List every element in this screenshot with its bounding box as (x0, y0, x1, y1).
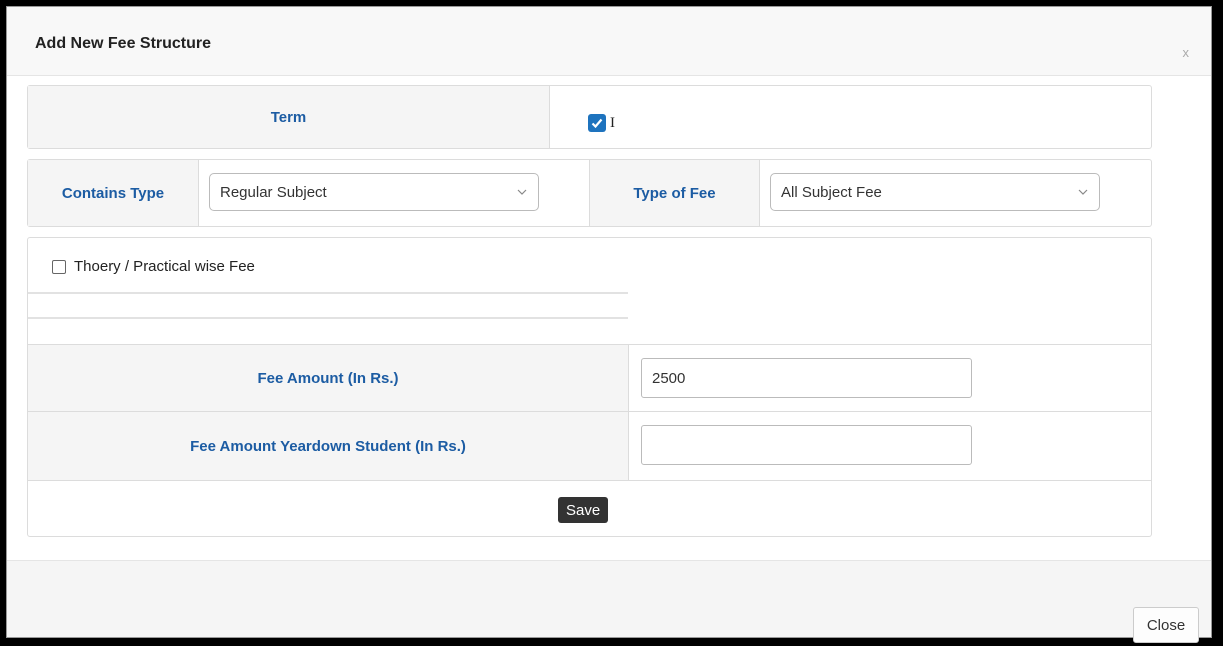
fee-amount-input[interactable] (641, 358, 972, 398)
contains-type-label: Contains Type (61, 184, 165, 202)
term-label-cell: Term (28, 86, 550, 148)
fee-yeardown-label: Fee Amount Yeardown Student (In Rs.) (190, 437, 466, 455)
check-icon (591, 118, 603, 129)
term-label: Term (270, 108, 307, 126)
fee-yeardown-label-cell: Fee Amount Yeardown Student (In Rs.) (28, 412, 629, 480)
type-of-fee-label-cell: Type of Fee (590, 160, 760, 226)
contains-type-label-cell: Contains Type (28, 160, 199, 226)
fee-yeardown-input[interactable] (641, 425, 972, 465)
contains-type-select[interactable]: Regular Subject (209, 173, 539, 211)
thoery-practical-option[interactable]: Thoery / Practical wise Fee (52, 258, 255, 275)
divider (28, 317, 628, 319)
fee-amount-label-cell: Fee Amount (In Rs.) (28, 345, 629, 411)
contains-type-value: Regular Subject (220, 183, 327, 201)
thoery-practical-checkbox[interactable] (52, 259, 66, 274)
type-of-fee-cell: All Subject Fee (760, 160, 1151, 226)
contains-type-cell: Regular Subject (199, 160, 590, 226)
save-row: Save (28, 480, 1151, 536)
type-panel: Contains Type Regular Subject Type of Fe… (27, 159, 1152, 227)
modal-header: Add New Fee Structure x (7, 7, 1211, 76)
close-icon[interactable]: x (1183, 45, 1190, 60)
save-button[interactable]: Save (558, 497, 609, 523)
fee-amount-label: Fee Amount (In Rs.) (257, 369, 399, 387)
thoery-practical-label: Thoery / Practical wise Fee (74, 258, 255, 275)
chevron-down-icon (1077, 183, 1089, 204)
term-panel: Term I (27, 85, 1152, 149)
type-of-fee-label: Type of Fee (633, 184, 716, 202)
fee-yeardown-row: Fee Amount Yeardown Student (In Rs.) (28, 411, 1151, 480)
fee-panel: Thoery / Practical wise Fee Fee Amount (… (27, 237, 1152, 537)
divider (28, 292, 628, 294)
term-option[interactable]: I (588, 114, 615, 132)
close-button[interactable]: Close (1133, 607, 1199, 643)
type-of-fee-value: All Subject Fee (781, 183, 882, 201)
term-checkbox-label: I (610, 114, 615, 131)
type-of-fee-select[interactable]: All Subject Fee (770, 173, 1100, 211)
chevron-down-icon (516, 183, 528, 204)
fee-amount-row: Fee Amount (In Rs.) (28, 344, 1151, 411)
modal-title: Add New Fee Structure (35, 35, 212, 52)
add-fee-structure-modal: Add New Fee Structure x Term I Contains … (6, 6, 1212, 643)
term-checkbox[interactable] (588, 114, 606, 132)
modal-footer: Close (7, 560, 1211, 643)
